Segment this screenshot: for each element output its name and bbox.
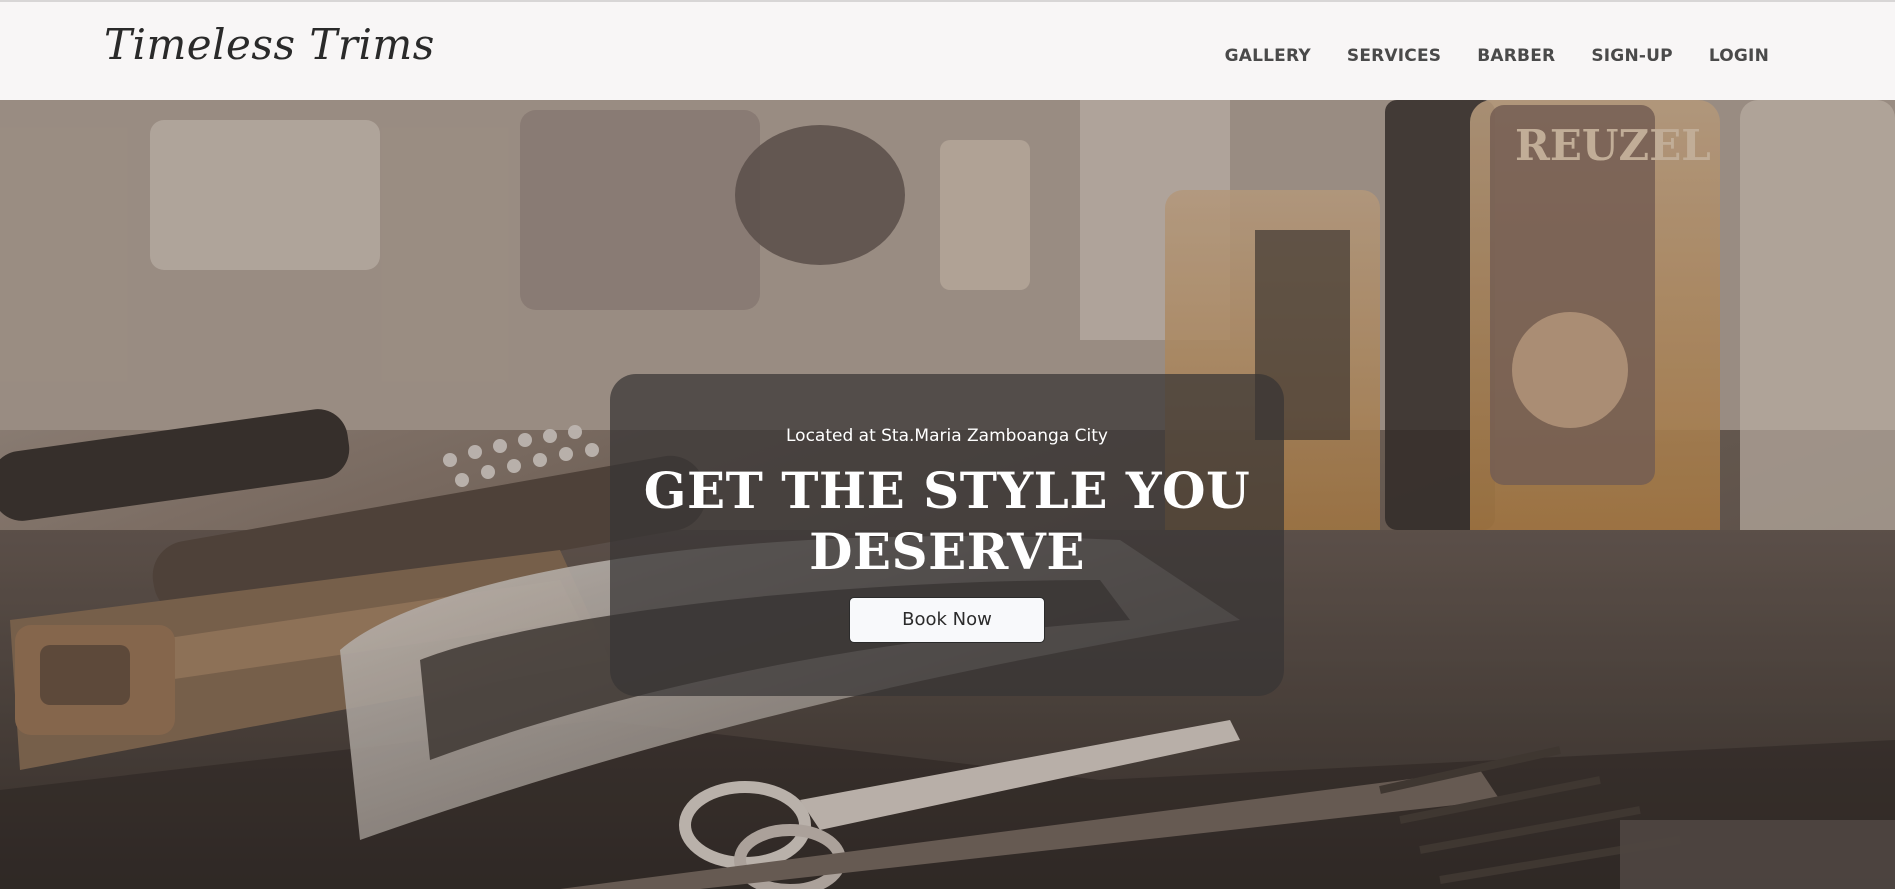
main-nav: GALLERY SERVICES BARBER SIGN-UP LOGIN: [1225, 46, 1769, 66]
navbar: Timeless Trims GALLERY SERVICES BARBER S…: [0, 2, 1895, 100]
nav-sign-up[interactable]: SIGN-UP: [1591, 46, 1672, 66]
hero-section: REUZEL Located at Sta.Maria Zamboanga Ci…: [0, 100, 1895, 889]
brand-logo[interactable]: Timeless Trims: [104, 24, 435, 66]
nav-barber[interactable]: BARBER: [1477, 46, 1555, 66]
hero-card: Located at Sta.Maria Zamboanga City GET …: [610, 374, 1284, 696]
hero-headline: GET THE STYLE YOU DESERVE: [610, 460, 1284, 582]
nav-login[interactable]: LOGIN: [1709, 46, 1769, 66]
nav-services[interactable]: SERVICES: [1347, 46, 1441, 66]
headline-line-2: DESERVE: [809, 522, 1085, 581]
headline-line-1: GET THE STYLE YOU: [643, 461, 1251, 520]
nav-gallery[interactable]: GALLERY: [1225, 46, 1311, 66]
book-now-button[interactable]: Book Now: [849, 597, 1045, 643]
location-text: Located at Sta.Maria Zamboanga City: [786, 426, 1108, 446]
